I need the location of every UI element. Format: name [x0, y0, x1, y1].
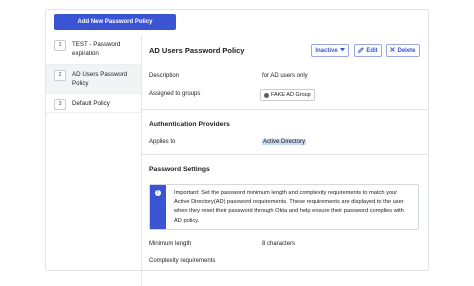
password-settings-heading: Password Settings	[149, 166, 210, 173]
note-line: Active Directory(AD) password requiremen…	[174, 199, 404, 206]
auth-providers-heading: Authentication Providers	[149, 121, 230, 128]
add-password-policy-button[interactable]: Add New Password Policy	[54, 14, 176, 30]
description-label: Description	[149, 73, 180, 79]
policy-list-item-label: AD Users Password Policy	[72, 71, 128, 87]
important-note: ! Important: Set the password minimum le…	[149, 184, 419, 230]
policy-list-item-1[interactable]: 1 TEST - Password expiration	[46, 36, 141, 65]
priority-number: 2	[54, 70, 66, 81]
note-line: AD policy.	[174, 217, 200, 224]
note-line: Important: Set the password minimum leng…	[174, 190, 398, 196]
note-accent-bar: !	[150, 185, 166, 229]
min-length-label: Minimum length	[149, 241, 192, 247]
delete-button[interactable]: Delete	[386, 44, 420, 57]
edit-label: Edit	[366, 47, 378, 54]
divider	[141, 154, 428, 155]
applies-to-value: Active Directory	[262, 139, 307, 145]
group-icon	[264, 92, 269, 98]
policy-list-item-label: Default Policy	[72, 100, 110, 107]
policy-list-item-3[interactable]: 3 Default Policy	[46, 94, 141, 113]
applies-to-label: Applies to	[149, 139, 176, 145]
min-length-value: 8 characters	[262, 241, 296, 247]
x-icon	[390, 47, 396, 54]
policy-list-item-2[interactable]: 2 AD Users Password Policy	[46, 65, 141, 94]
edit-button[interactable]: Edit	[354, 44, 382, 57]
note-line: when they reset their password through O…	[174, 208, 404, 215]
priority-number: 3	[54, 99, 66, 110]
priority-number: 1	[54, 40, 66, 51]
description-value: for AD users only	[262, 73, 308, 79]
policy-list: 1 TEST - Password expiration 2 AD Users …	[46, 36, 142, 286]
group-chip[interactable]: FAKE AD Group	[260, 89, 315, 101]
policy-title: AD Users Password Policy	[149, 46, 245, 55]
info-icon: !	[155, 190, 161, 196]
divider	[141, 109, 428, 110]
group-name: FAKE AD Group	[271, 92, 311, 98]
status-label: Inactive	[315, 47, 338, 54]
caret-down-icon	[339, 47, 345, 54]
pencil-icon	[358, 46, 365, 55]
complexity-label: Complexity requirements	[149, 258, 216, 264]
delete-label: Delete	[397, 47, 416, 54]
policy-panel: Add New Password Policy 1 TEST - Passwor…	[45, 9, 429, 286]
status-dropdown-button[interactable]: Inactive	[311, 44, 349, 57]
note-text: Important: Set the password minimum leng…	[174, 189, 414, 226]
assigned-groups-label: Assigned to groups	[149, 91, 201, 97]
policy-list-item-label: TEST - Password expiration	[72, 41, 121, 57]
